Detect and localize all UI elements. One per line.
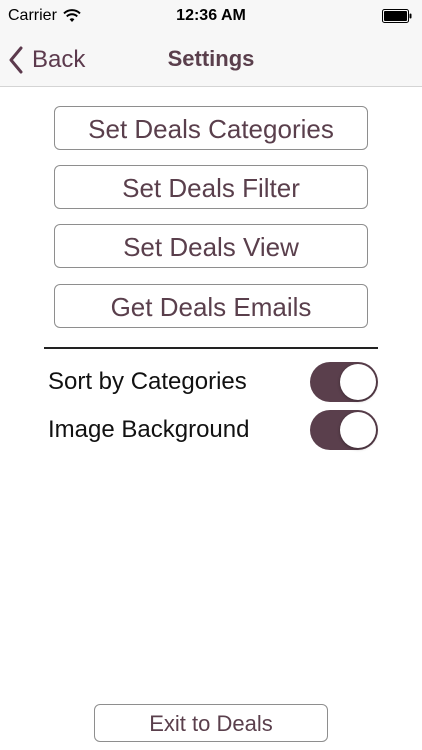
set-deals-filter-button[interactable]: Set Deals Filter xyxy=(54,165,368,209)
sort-by-categories-label: Sort by Categories xyxy=(48,368,247,395)
set-deals-view-button[interactable]: Set Deals View xyxy=(54,224,368,268)
battery-icon xyxy=(382,9,412,23)
sort-by-categories-toggle[interactable] xyxy=(310,362,378,402)
image-background-row: Image Background xyxy=(48,410,378,450)
image-background-label: Image Background xyxy=(48,416,250,443)
exit-to-deals-button[interactable]: Exit to Deals xyxy=(94,704,328,742)
page-title: Settings xyxy=(167,46,255,71)
navigation-bar: Back Settings xyxy=(0,34,422,87)
sort-by-categories-row: Sort by Categories xyxy=(48,362,378,402)
set-deals-categories-button[interactable]: Set Deals Categories xyxy=(54,106,368,150)
status-bar: Carrier 12:36 AM xyxy=(0,0,422,34)
section-divider xyxy=(44,347,378,349)
image-background-toggle[interactable] xyxy=(310,410,378,450)
toggle-knob xyxy=(340,412,376,448)
get-deals-emails-button[interactable]: Get Deals Emails xyxy=(54,284,368,328)
toggle-knob xyxy=(340,364,376,400)
status-time: 12:36 AM xyxy=(176,7,246,24)
